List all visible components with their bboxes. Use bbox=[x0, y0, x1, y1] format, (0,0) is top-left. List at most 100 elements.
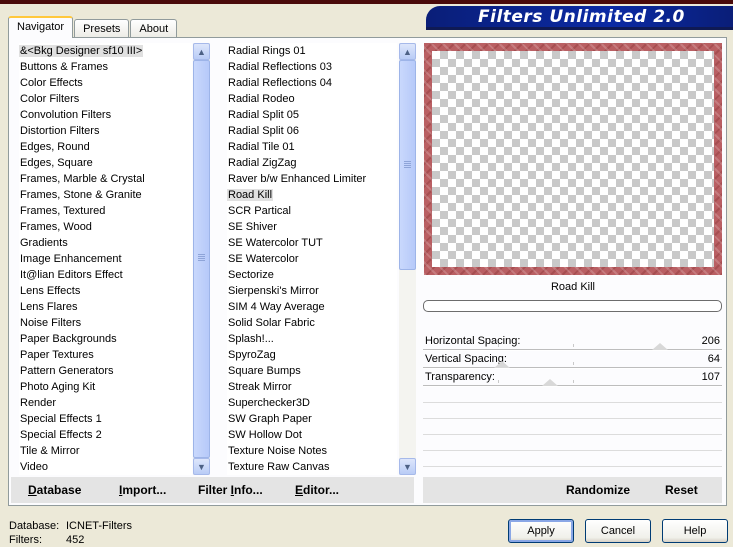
category-item[interactable]: It@lian Editors Effect bbox=[19, 267, 192, 283]
filter-item[interactable]: Square Bumps bbox=[227, 363, 397, 379]
filter-scrollbar[interactable]: ▲ ▼ bbox=[399, 43, 416, 475]
editor-button[interactable]: Editor... bbox=[295, 483, 339, 497]
filter-item[interactable]: Radial Split 05 bbox=[227, 107, 397, 123]
category-item[interactable]: Color Effects bbox=[19, 75, 192, 91]
filter-item[interactable]: Radial ZigZag bbox=[227, 155, 397, 171]
category-item[interactable]: Edges, Round bbox=[19, 139, 192, 155]
filter-item[interactable]: Sierpenski's Mirror bbox=[227, 283, 397, 299]
category-item-label: Frames, Wood bbox=[20, 221, 92, 233]
apply-button[interactable]: Apply bbox=[508, 519, 574, 543]
database-button[interactable]: Database bbox=[28, 483, 81, 497]
randomize-button[interactable]: Randomize bbox=[566, 483, 630, 497]
scroll-up-icon[interactable]: ▲ bbox=[193, 43, 210, 60]
category-item[interactable]: Paper Textures bbox=[19, 347, 192, 363]
slider-thumb[interactable] bbox=[652, 343, 668, 350]
slider-track[interactable] bbox=[423, 385, 722, 387]
filter-item[interactable]: Radial Rings 01 bbox=[227, 43, 397, 59]
category-list[interactable]: &<Bkg Designer sf10 III> Buttons & Frames… bbox=[19, 43, 192, 475]
filter-item[interactable]: Radial Split 06 bbox=[227, 123, 397, 139]
filter-item[interactable]: Texture Raw Canvas bbox=[227, 459, 397, 475]
category-item[interactable]: Frames, Textured bbox=[19, 203, 192, 219]
filter-item[interactable]: SCR Partical bbox=[227, 203, 397, 219]
scroll-thumb[interactable] bbox=[399, 60, 416, 270]
filter-item-label: Radial Tile 01 bbox=[228, 141, 295, 153]
preview-canvas bbox=[432, 51, 714, 267]
empty-parameter-slot bbox=[423, 419, 722, 435]
category-item-label: Image Enhancement bbox=[20, 253, 122, 265]
category-item[interactable]: Noise Filters bbox=[19, 315, 192, 331]
scroll-down-icon[interactable]: ▼ bbox=[399, 458, 416, 475]
slider-thumb[interactable] bbox=[494, 361, 510, 368]
cancel-button[interactable]: Cancel bbox=[585, 519, 651, 543]
filter-item-label: Radial Reflections 04 bbox=[228, 77, 332, 89]
category-item-label: Pattern Generators bbox=[20, 365, 114, 377]
category-item[interactable]: Image Enhancement bbox=[19, 251, 192, 267]
parameter-slider[interactable]: Horizontal Spacing: 206 bbox=[423, 333, 722, 351]
category-item-label: Lens Effects bbox=[20, 285, 81, 297]
category-item[interactable]: Special Effects 1 bbox=[19, 411, 192, 427]
import-button[interactable]: Import... bbox=[119, 483, 166, 497]
filter-item[interactable]: SW Graph Paper bbox=[227, 411, 397, 427]
category-item[interactable]: Video bbox=[19, 459, 192, 475]
tab-presets[interactable]: Presets bbox=[74, 19, 130, 38]
filter-item[interactable]: Radial Reflections 03 bbox=[227, 59, 397, 75]
filter-item[interactable]: Radial Tile 01 bbox=[227, 139, 397, 155]
category-item[interactable]: Frames, Marble & Crystal bbox=[19, 171, 192, 187]
filter-item[interactable]: SW Hollow Dot bbox=[227, 427, 397, 443]
category-scrollbar[interactable]: ▲ ▼ bbox=[193, 43, 210, 475]
filter-item[interactable]: SE Watercolor bbox=[227, 251, 397, 267]
parameter-slider[interactable]: Vertical Spacing: 64 bbox=[423, 351, 722, 369]
filter-info-button[interactable]: Filter Info... bbox=[198, 483, 263, 497]
tab-about[interactable]: About bbox=[130, 19, 178, 38]
category-item-label: Paper Backgrounds bbox=[20, 333, 117, 345]
category-item[interactable]: Lens Flares bbox=[19, 299, 192, 315]
filter-item[interactable]: Radial Reflections 04 bbox=[227, 75, 397, 91]
category-item[interactable]: Photo Aging Kit bbox=[19, 379, 192, 395]
category-item[interactable]: Render bbox=[19, 395, 192, 411]
filter-item[interactable]: Road Kill bbox=[227, 187, 397, 203]
category-item[interactable]: Pattern Generators bbox=[19, 363, 192, 379]
filter-item[interactable]: Radial Rodeo bbox=[227, 91, 397, 107]
category-item[interactable]: Buttons & Frames bbox=[19, 59, 192, 75]
scroll-up-icon[interactable]: ▲ bbox=[399, 43, 416, 60]
help-button[interactable]: Help bbox=[662, 519, 728, 543]
filter-item[interactable]: SE Shiver bbox=[227, 219, 397, 235]
filter-item-label: Radial Rodeo bbox=[228, 93, 295, 105]
category-item[interactable]: Distortion Filters bbox=[19, 123, 192, 139]
category-item[interactable]: Color Filters bbox=[19, 91, 192, 107]
category-item[interactable]: Paper Backgrounds bbox=[19, 331, 192, 347]
filter-item[interactable]: Sectorize bbox=[227, 267, 397, 283]
slider-thumb[interactable] bbox=[542, 379, 558, 386]
category-item[interactable]: Frames, Stone & Granite bbox=[19, 187, 192, 203]
filter-list[interactable]: Radial Rings 01 Radial Reflections 03 Radi… bbox=[227, 43, 397, 475]
category-item-label: Noise Filters bbox=[20, 317, 82, 329]
category-item[interactable]: Edges, Square bbox=[19, 155, 192, 171]
filter-item[interactable]: Texture Noise Notes bbox=[227, 443, 397, 459]
filter-item[interactable]: SpyroZag bbox=[227, 347, 397, 363]
category-item-label: Gradients bbox=[20, 237, 68, 249]
category-item[interactable]: &<Bkg Designer sf10 III> bbox=[19, 43, 192, 59]
filter-item[interactable]: Streak Mirror bbox=[227, 379, 397, 395]
parameter-slider[interactable]: Transparency: 107 bbox=[423, 369, 722, 387]
filter-item[interactable]: SE Watercolor TUT bbox=[227, 235, 397, 251]
filter-item[interactable]: Superchecker3D bbox=[227, 395, 397, 411]
category-item[interactable]: Gradients bbox=[19, 235, 192, 251]
parameter-label: Transparency: bbox=[425, 371, 495, 383]
tab-navigator[interactable]: Navigator bbox=[8, 16, 74, 38]
scroll-down-icon[interactable]: ▼ bbox=[193, 458, 210, 475]
reset-button[interactable]: Reset bbox=[665, 483, 698, 497]
category-item[interactable]: Frames, Wood bbox=[19, 219, 192, 235]
scroll-thumb[interactable] bbox=[193, 60, 210, 458]
filter-item[interactable]: Raver b/w Enhanced Limiter bbox=[227, 171, 397, 187]
filter-item-label: Solid Solar Fabric bbox=[228, 317, 315, 329]
category-item[interactable]: Convolution Filters bbox=[19, 107, 192, 123]
category-item[interactable]: Lens Effects bbox=[19, 283, 192, 299]
tab-strip: Navigator Presets About bbox=[8, 16, 178, 38]
filter-item[interactable]: Solid Solar Fabric bbox=[227, 315, 397, 331]
category-item[interactable]: Tile & Mirror bbox=[19, 443, 192, 459]
category-item[interactable]: Special Effects 2 bbox=[19, 427, 192, 443]
category-item-label: It@lian Editors Effect bbox=[20, 269, 123, 281]
empty-parameter-slot bbox=[423, 435, 722, 451]
filter-item[interactable]: Splash!... bbox=[227, 331, 397, 347]
filter-item[interactable]: SIM 4 Way Average bbox=[227, 299, 397, 315]
